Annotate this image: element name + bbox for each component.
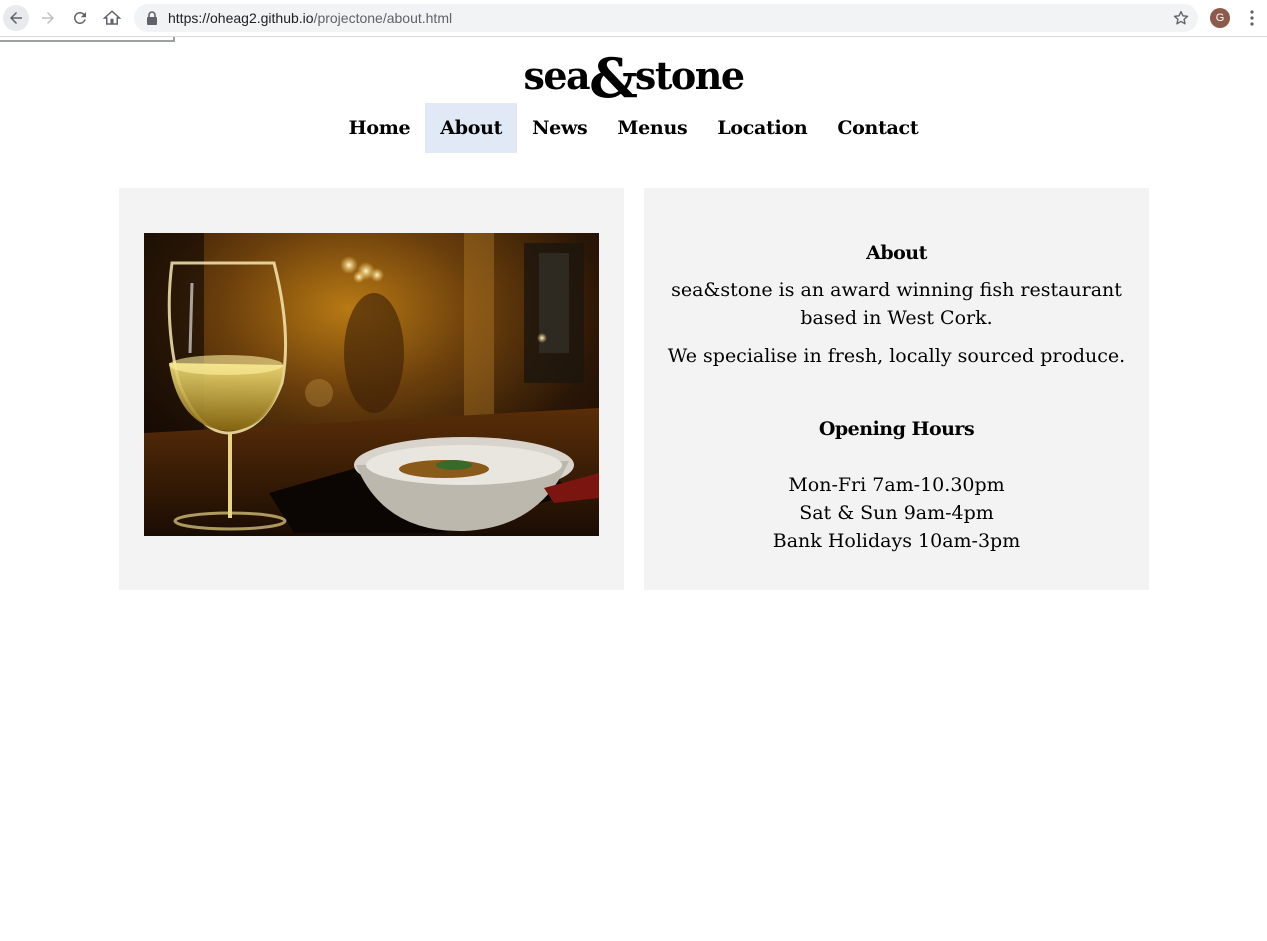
star-icon[interactable] [1172, 9, 1190, 27]
browser-toolbar: https://oheag2.github.io/projectone/abou… [0, 0, 1267, 37]
wine-glass-photo [144, 233, 599, 536]
about-paragraph-2: We specialise in fresh, locally sourced … [667, 345, 1126, 367]
site-logo[interactable]: sea&stone [0, 50, 1267, 105]
logo-amp: & [589, 46, 638, 110]
nav-news[interactable]: News [517, 103, 602, 153]
lock-icon [147, 11, 157, 25]
address-bar[interactable]: https://oheag2.github.io/projectone/abou… [134, 4, 1198, 32]
forward-button[interactable] [35, 5, 61, 31]
kebab-menu-icon[interactable] [1243, 9, 1261, 27]
url-text[interactable]: https://oheag2.github.io/projectone/abou… [168, 10, 452, 26]
home-button[interactable] [99, 5, 125, 31]
main-nav: Home About News Menus Location Contact [0, 103, 1267, 153]
nav-menus[interactable]: Menus [602, 103, 702, 153]
nav-about[interactable]: About [425, 103, 518, 153]
logo-right: stone [634, 53, 745, 98]
url-host: https://oheag2.github.io [168, 10, 314, 26]
about-heading: About [866, 242, 927, 264]
forward-arrow-icon [42, 12, 54, 24]
bookmark-indicator [0, 37, 175, 42]
logo-left: sea [523, 53, 590, 98]
hours-line: Mon-Fri 7am-10.30pm [788, 474, 1005, 496]
nav-location[interactable]: Location [702, 103, 822, 153]
home-icon [103, 10, 121, 25]
restaurant-photo [144, 233, 599, 536]
nav-home[interactable]: Home [334, 103, 426, 153]
hours-line: Bank Holidays 10am-3pm [772, 530, 1021, 552]
url-path: /projectone/about.html [313, 10, 453, 26]
info-panel: About sea&stone is an award winning fish… [644, 188, 1149, 590]
about-text: sea&stone is an award winning fish resta… [664, 276, 1129, 380]
hours-line: Sat & Sun 9am-4pm [799, 502, 994, 524]
reload-icon [73, 11, 86, 24]
about-paragraph-1: sea&stone is an award winning fish resta… [671, 279, 1122, 329]
opening-hours-heading: Opening Hours [818, 418, 975, 440]
reload-button[interactable] [67, 5, 93, 31]
avatar[interactable]: G [1210, 8, 1230, 28]
back-button[interactable] [3, 5, 29, 31]
back-arrow-icon [10, 12, 22, 24]
opening-hours-list: Mon-Fri 7am-10.30pm Sat & Sun 9am-4pm Ba… [644, 471, 1149, 555]
nav-contact[interactable]: Contact [822, 103, 933, 153]
image-panel [119, 188, 624, 590]
